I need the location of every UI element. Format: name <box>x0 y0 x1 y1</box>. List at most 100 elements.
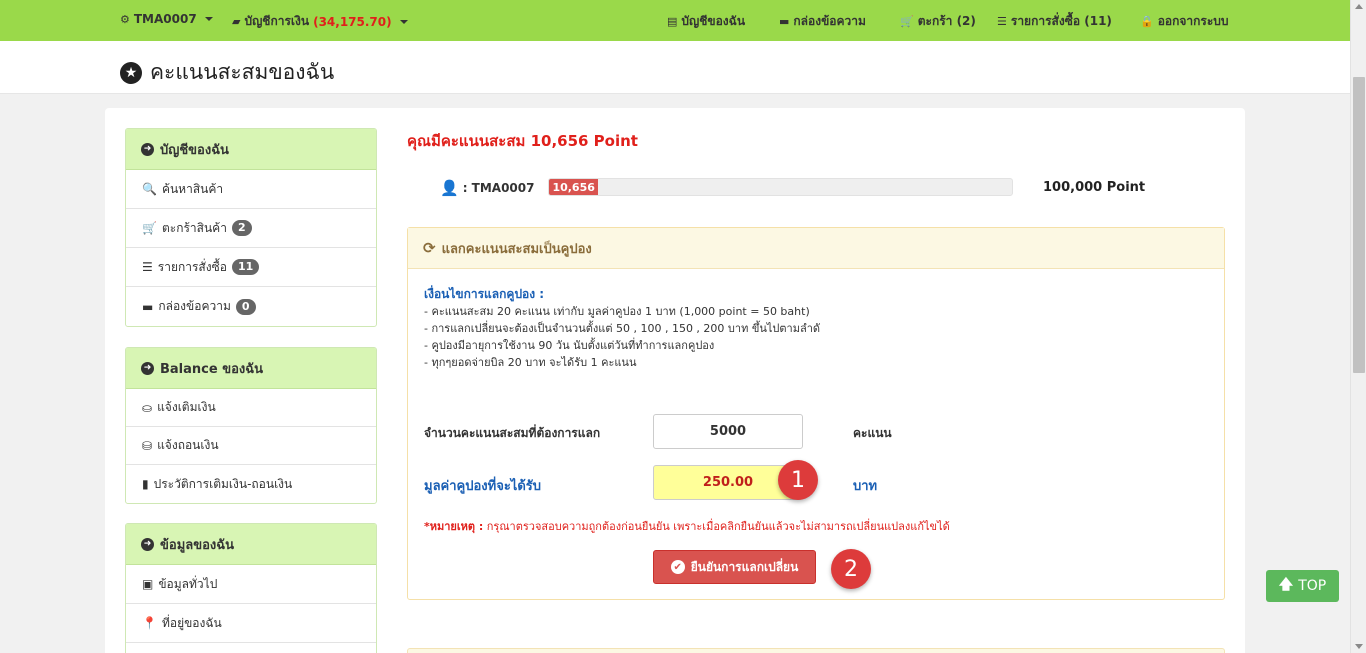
back-to-top-label: TOP <box>1298 578 1327 594</box>
withdraw-icon: ⛁ <box>142 438 153 453</box>
bar-chart-icon: ▮ <box>142 477 149 491</box>
list-icon: ☰ <box>142 260 153 274</box>
points-amount-input[interactable]: 5000 <box>653 414 803 449</box>
step-marker-1: 1 <box>778 460 818 500</box>
sidebar-info-panel: ➜ ข้อมูลของฉัน ▣ ข้อมูลทั่วไป 📍 ที่อยู่ข… <box>125 523 377 653</box>
sidebar-item-withdraw[interactable]: ⛁ แจ้งถอนเงิน <box>126 427 376 465</box>
next-panel-edge <box>407 648 1225 653</box>
sidebar-item-label: ตะกร้าสินค้า <box>161 220 227 235</box>
sidebar-item-label: ที่อยู่ของฉัน <box>161 615 222 630</box>
sidebar-item-label: ประวัติการเติมเงิน-ถอนเงิน <box>153 476 293 491</box>
check-circle-icon: ✔ <box>670 560 685 574</box>
sidebar-item-label: แจ้งเติมเงิน <box>157 400 216 414</box>
sidebar-item-deposit[interactable]: ⛀ แจ้งเติมเงิน <box>126 389 376 427</box>
nav-orders[interactable]: ☰ รายการสั่งซื้อ (11) <box>997 12 1112 31</box>
confirm-exchange-label: ยืนยันการแลกเปลี่ยน <box>690 559 799 574</box>
count-badge: 2 <box>231 220 252 236</box>
account-balance: (34,175.70) <box>313 14 392 29</box>
condition-line: - คูปองมีอายุการใช้งาน 90 วัน นับตั้งแต่… <box>424 339 715 352</box>
panel-heading: ➜ Balance ของฉัน <box>126 348 376 389</box>
comment-icon: ▬ <box>142 299 154 314</box>
confirm-exchange-button[interactable]: ✔ ยืนยันการแลกเปลี่ยน <box>653 550 816 584</box>
points-amount-label: จำนวนคะแนนสะสมที่ต้องการแลก <box>424 426 601 440</box>
panel-heading: ➜ ข้อมูลของฉัน <box>126 524 376 565</box>
nav-messages-label: กล่องข้อความ <box>793 14 866 28</box>
warning-note: *หมายเหตุ : กรุณาตรวจสอบความถูกต้องก่อนย… <box>424 517 950 535</box>
sidebar-item-cart[interactable]: 🛒 ตะกร้าสินค้า 2 <box>126 209 376 248</box>
warning-note-text: กรุณาตรวจสอบความถูกต้องก่อนยืนยัน เพราะเ… <box>483 520 950 533</box>
sidebar-item-orders[interactable]: ☰ รายการสั่งซื้อ 11 <box>126 248 376 287</box>
user-icon: 👤 <box>440 179 459 197</box>
list-alt-icon: ▤ <box>667 15 678 28</box>
list-icon: ☰ <box>997 15 1007 28</box>
condition-line: - คะแนนสะสม 20 คะแนน เท่ากับ มูลค่าคูปอง… <box>424 305 810 318</box>
panel-heading-label: Balance ของฉัน <box>160 361 263 377</box>
refresh-icon: ⟳ <box>423 239 436 257</box>
sidebar-item-label: รายการสั่งซื้อ <box>157 259 227 274</box>
sidebar-balance-panel: ➜ Balance ของฉัน ⛀ แจ้งเติมเงิน ⛁ แจ้งถอ… <box>125 347 377 504</box>
top-navbar: ⚙ TMA0007 ▰ บัญชีการเงิน (34,175.70) ▤ บ… <box>0 0 1350 41</box>
map-marker-icon: 📍 <box>142 616 157 630</box>
page-title-wrap: ★ คะแนนสะสมของฉัน <box>120 56 334 89</box>
count-badge: 0 <box>235 298 256 315</box>
comment-icon: ▬ <box>779 15 790 28</box>
sidebar-item-address[interactable]: 📍 ที่อยู่ของฉัน <box>126 604 376 643</box>
account-menu[interactable]: ▰ บัญชีการเงิน (34,175.70) <box>232 12 408 31</box>
scrollbar-thumb[interactable] <box>1353 77 1365 373</box>
points-unit: คะแนน <box>853 426 892 440</box>
points-user: 👤 : TMA0007 <box>440 179 534 197</box>
condition-line: - การแลกเปลี่ยนจะต้องเป็นจำนวนตั้งแต่ 50… <box>424 322 821 335</box>
panel-heading: ➜ บัญชีของฉัน <box>126 129 376 170</box>
nav-my-account-label: บัญชีของฉัน <box>681 14 746 28</box>
coupon-unit: บาท <box>853 479 878 494</box>
gear-icon: ⚙ <box>120 12 130 26</box>
points-goal: 100,000 Point <box>1043 180 1146 195</box>
nav-logout-label: ออกจากระบบ <box>1157 14 1229 28</box>
deposit-icon: ⛀ <box>142 400 153 415</box>
arrow-circle-right-icon: ➜ <box>141 142 154 156</box>
exchange-panel: ⟳ แลกคะแนนสะสมเป็นคูปอง เงื่อนไขการแลกคู… <box>407 227 1225 600</box>
nav-my-account[interactable]: ▤ บัญชีของฉัน <box>667 12 745 31</box>
user-menu-label: TMA0007 <box>133 12 197 26</box>
id-card-icon: ▣ <box>142 577 154 591</box>
sidebar-item-search[interactable]: 🔍 ค้นหาสินค้า <box>126 170 376 209</box>
step-marker-2: 2 <box>831 549 871 589</box>
back-to-top-button[interactable]: 🡅 TOP <box>1266 570 1339 602</box>
panel-heading-label: ข้อมูลของฉัน <box>160 537 235 553</box>
points-user-label: : TMA0007 <box>462 181 535 195</box>
caret-down-icon <box>204 17 213 21</box>
search-icon: 🔍 <box>142 182 157 196</box>
sidebar-item-history[interactable]: ▮ ประวัติการเติมเงิน-ถอนเงิน <box>126 465 376 503</box>
sidebar-account-panel: ➜ บัญชีของฉัน 🔍 ค้นหาสินค้า 🛒 ตะกร้าสินค… <box>125 128 377 327</box>
scroll-up-icon[interactable] <box>1355 4 1363 9</box>
arrow-circle-right-icon: ➜ <box>141 361 154 375</box>
sidebar-item-general-info[interactable]: ▣ ข้อมูลทั่วไป <box>126 565 376 604</box>
sidebar-item-messages[interactable]: ▬ กล่องข้อความ 0 <box>126 287 376 326</box>
scroll-down-icon[interactable] <box>1355 644 1363 649</box>
nav-cart[interactable]: 🛒 ตะกร้า (2) <box>900 12 976 31</box>
caret-down-icon <box>399 19 408 24</box>
points-progress-bar: 10,656 <box>548 178 1013 196</box>
page-header: ★ คะแนนสะสมของฉัน <box>0 41 1350 94</box>
sidebar-item-label: ค้นหาสินค้า <box>161 181 224 196</box>
sidebar-item-label: แจ้งถอนเงิน <box>157 438 219 452</box>
sidebar-item-label: ข้อมูลทั่วไป <box>158 576 218 591</box>
nav-orders-label: รายการสั่งซื้อ (11) <box>1010 14 1112 28</box>
points-headline: คุณมีคะแนนสะสม 10,656 Point <box>407 132 638 150</box>
nav-cart-label: ตะกร้า (2) <box>917 14 976 28</box>
nav-messages[interactable]: ▬ กล่องข้อความ <box>779 12 866 31</box>
star-icon: ★ <box>120 61 142 84</box>
nav-logout[interactable]: 🔒 ออกจากระบบ <box>1140 12 1229 31</box>
lock-icon: 🔒 <box>1140 15 1154 28</box>
cart-icon: 🛒 <box>142 221 157 235</box>
condition-line: - ทุกๆยอดจ่ายบิล 20 บาท จะได้รับ 1 คะแนน <box>424 356 637 369</box>
arrow-up-icon: 🡅 <box>1278 577 1294 593</box>
user-menu[interactable]: ⚙ TMA0007 <box>120 12 213 26</box>
coupon-value-label: มูลค่าคูปองที่จะได้รับ <box>424 479 542 494</box>
page-scrollbar[interactable] <box>1350 0 1366 653</box>
warning-note-prefix: *หมายเหตุ : <box>424 520 484 533</box>
page-title: คะแนนสะสมของฉัน <box>150 60 335 84</box>
account-menu-label: บัญชีการเงิน <box>244 14 310 28</box>
panel-heading-label: บัญชีของฉัน <box>160 142 229 158</box>
sidebar-item-label: กล่องข้อความ <box>158 299 231 313</box>
